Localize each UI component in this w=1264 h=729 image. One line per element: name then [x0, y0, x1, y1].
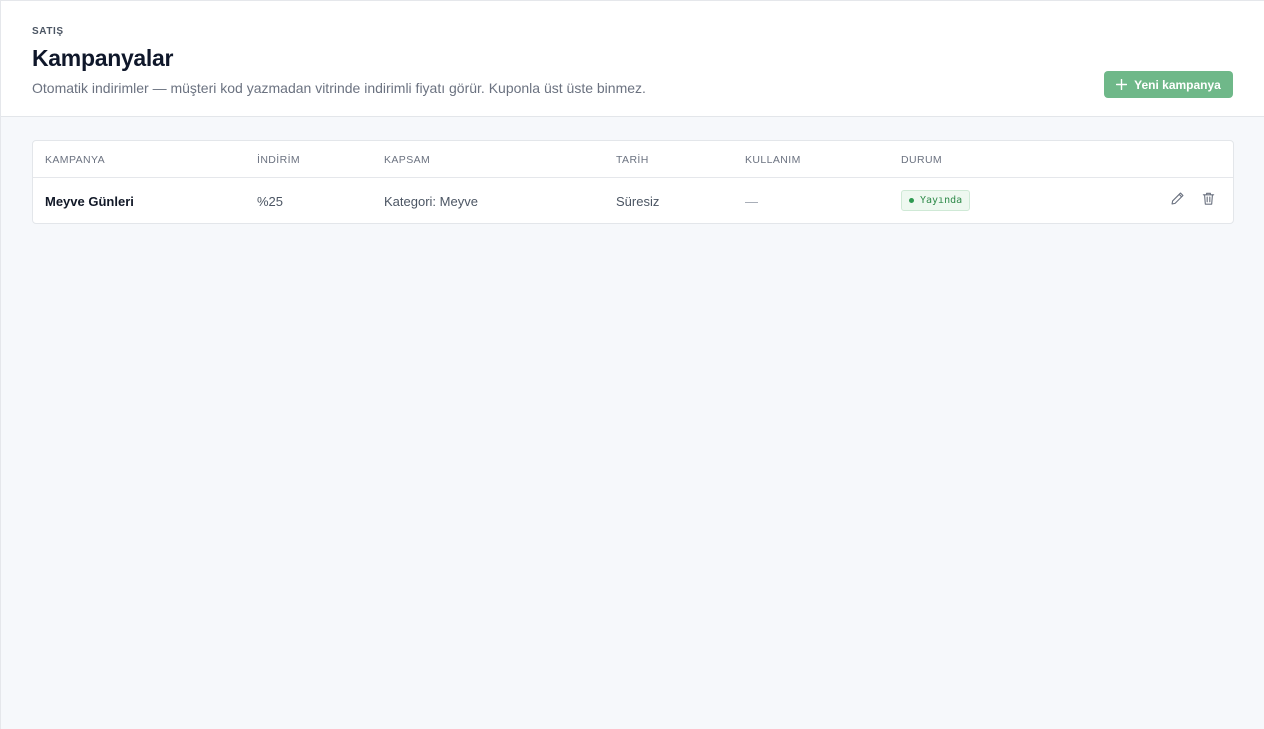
status-badge-label: Yayında [920, 195, 963, 206]
column-header-campaign: KAMPANYA [45, 154, 105, 166]
column-header-date: TARİH [616, 154, 649, 166]
section-eyebrow: SATIŞ [32, 26, 64, 37]
delete-button[interactable] [1199, 192, 1217, 210]
page-header: SATIŞ Kampanyalar Otomatik indirimler — … [1, 0, 1264, 117]
new-campaign-button[interactable]: Yeni kampanya [1104, 71, 1233, 98]
table-header: KAMPANYA İNDİRİM KAPSAM TARİH KULLANIM D… [33, 141, 1233, 178]
campaign-scope: Kategori: Meyve [384, 194, 478, 209]
page: SATIŞ Kampanyalar Otomatik indirimler — … [0, 0, 1264, 729]
campaign-date: Süresiz [616, 194, 660, 209]
new-campaign-button-label: Yeni kampanya [1134, 77, 1221, 92]
edit-button[interactable] [1168, 192, 1186, 210]
page-subtitle: Otomatik indirimler — müşteri kod yazmad… [32, 80, 646, 96]
pencil-icon [1170, 191, 1185, 211]
plus-icon [1116, 79, 1128, 90]
campaign-discount: %25 [257, 194, 284, 209]
column-header-discount: İNDİRİM [257, 154, 301, 166]
campaigns-table: KAMPANYA İNDİRİM KAPSAM TARİH KULLANIM D… [32, 140, 1234, 224]
column-header-usage: KULLANIM [745, 154, 801, 166]
dot-icon [909, 198, 914, 203]
column-header-scope: KAPSAM [384, 154, 431, 166]
campaign-name: Meyve Günleri [45, 194, 134, 209]
column-header-status: DURUM [901, 154, 943, 166]
campaign-usage: — [745, 194, 758, 209]
trash-icon [1201, 191, 1216, 211]
table-row[interactable]: Meyve Günleri %25 Kategori: Meyve Süresi… [33, 178, 1233, 224]
page-title: Kampanyalar [32, 45, 174, 71]
status-badge: Yayında [901, 190, 971, 211]
